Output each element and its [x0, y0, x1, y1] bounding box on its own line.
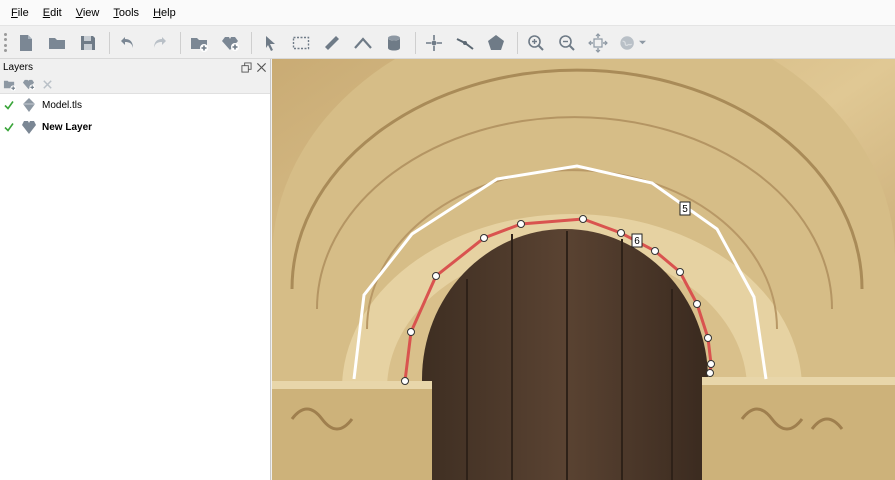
- open-folder-icon: [49, 37, 65, 49]
- select-arrow-button[interactable]: [256, 29, 284, 57]
- segment-label-5: 5: [679, 201, 691, 216]
- model-icon: [23, 98, 35, 112]
- toolbar-separator: [109, 31, 110, 54]
- polygon-tool-button[interactable]: [482, 29, 510, 57]
- menu-bar: File Edit View Tools Help: [0, 0, 895, 26]
- delete-layer-icon[interactable]: [41, 78, 54, 91]
- vertex-handle[interactable]: [617, 229, 625, 237]
- zoom-out-icon: [559, 34, 575, 51]
- zoom-in-icon: [528, 34, 544, 51]
- viewport-canvas[interactable]: 5 6: [272, 59, 895, 480]
- point-tool-icon: [426, 34, 442, 51]
- polyline-button[interactable]: [349, 29, 377, 57]
- ruler-icon: [325, 35, 339, 50]
- vertex-handle[interactable]: [407, 328, 415, 336]
- add-folder-icon: [191, 37, 208, 52]
- polyline-icon: [354, 36, 372, 49]
- new-document-button[interactable]: [12, 29, 40, 57]
- segment-label-text: 6: [634, 236, 640, 247]
- zoom-in-button[interactable]: [522, 29, 550, 57]
- cylinder-button[interactable]: [380, 29, 408, 57]
- point-tool-button[interactable]: [420, 29, 448, 57]
- vertex-handle[interactable]: [693, 300, 701, 308]
- toolbar-separator: [251, 31, 252, 54]
- right-capital: [702, 379, 895, 480]
- vertex-handle[interactable]: [707, 360, 715, 368]
- chevron-down-icon: [638, 40, 646, 45]
- add-layer-icon: [222, 36, 239, 51]
- menu-help[interactable]: Help: [146, 0, 183, 26]
- vertex-handle[interactable]: [676, 268, 684, 276]
- toolbar-separator: [180, 31, 181, 54]
- left-capital: [272, 384, 432, 480]
- segment-label-text: 5: [682, 204, 688, 215]
- vertex-handle[interactable]: [480, 234, 488, 242]
- vertex-handle[interactable]: [432, 272, 440, 280]
- vertex-handle[interactable]: [401, 377, 409, 385]
- panel-title: Layers: [3, 62, 34, 73]
- save-button[interactable]: [74, 29, 102, 57]
- redo-icon: [154, 36, 166, 48]
- undo-icon: [121, 36, 133, 48]
- toolbar-separator: [415, 31, 416, 54]
- rectangle-select-icon: [292, 36, 310, 49]
- redo-button[interactable]: [145, 29, 173, 57]
- ruler-button[interactable]: [318, 29, 346, 57]
- add-layer-small-icon[interactable]: [22, 78, 35, 91]
- close-panel-icon[interactable]: [256, 62, 267, 73]
- layers-toolbar: [0, 76, 270, 94]
- segment-label-6: 6: [631, 233, 643, 248]
- vertex-handle[interactable]: [706, 369, 714, 377]
- layer-name: Model.tls: [42, 99, 83, 111]
- add-layer-button[interactable]: [216, 29, 244, 57]
- polygon-tool-icon: [488, 34, 504, 50]
- layers-panel-header: Layers: [0, 59, 270, 76]
- select-arrow-icon: [266, 35, 275, 51]
- toolbar-grip[interactable]: [2, 32, 8, 54]
- vertex-handle[interactable]: [579, 215, 587, 223]
- zoom-out-button[interactable]: [553, 29, 581, 57]
- zoom-extents-button[interactable]: [584, 29, 612, 57]
- right-abacus: [702, 377, 895, 385]
- vertex-handle[interactable]: [517, 220, 525, 228]
- checkmark-icon: [3, 123, 14, 132]
- vertex-handle[interactable]: [651, 247, 659, 255]
- globe-dropdown-button[interactable]: [615, 29, 649, 57]
- zoom-extents-icon: [588, 32, 608, 53]
- cylinder-icon: [388, 35, 400, 50]
- save-icon: [81, 35, 95, 50]
- line-tool-icon: [456, 37, 474, 50]
- layer-row-new-layer[interactable]: New Layer: [0, 116, 270, 138]
- arch-scene: 5 6: [272, 59, 895, 480]
- menu-view[interactable]: View: [69, 0, 107, 26]
- menu-tools[interactable]: Tools: [106, 0, 146, 26]
- undo-button[interactable]: [114, 29, 142, 57]
- toolbar-separator: [517, 31, 518, 54]
- add-folder-small-icon[interactable]: [3, 78, 16, 91]
- globe-icon: [619, 35, 634, 50]
- layers-panel: Layers Model.tls New Layer: [0, 59, 271, 480]
- float-panel-icon[interactable]: [241, 62, 252, 73]
- rectangle-select-button[interactable]: [287, 29, 315, 57]
- checkmark-icon: [3, 101, 14, 110]
- menu-edit[interactable]: Edit: [36, 0, 69, 26]
- open-folder-button[interactable]: [43, 29, 71, 57]
- layer-icon: [22, 121, 36, 134]
- layer-name: New Layer: [42, 121, 93, 133]
- new-document-icon: [20, 34, 32, 51]
- layer-row-model[interactable]: Model.tls: [0, 94, 270, 116]
- menu-file[interactable]: File: [4, 0, 36, 26]
- main-toolbar: [0, 27, 895, 59]
- add-folder-button[interactable]: [185, 29, 213, 57]
- line-tool-button[interactable]: [451, 29, 479, 57]
- vertex-handle[interactable]: [704, 334, 712, 342]
- layer-visibility-checkbox[interactable]: [2, 121, 15, 134]
- layer-visibility-checkbox[interactable]: [2, 99, 15, 112]
